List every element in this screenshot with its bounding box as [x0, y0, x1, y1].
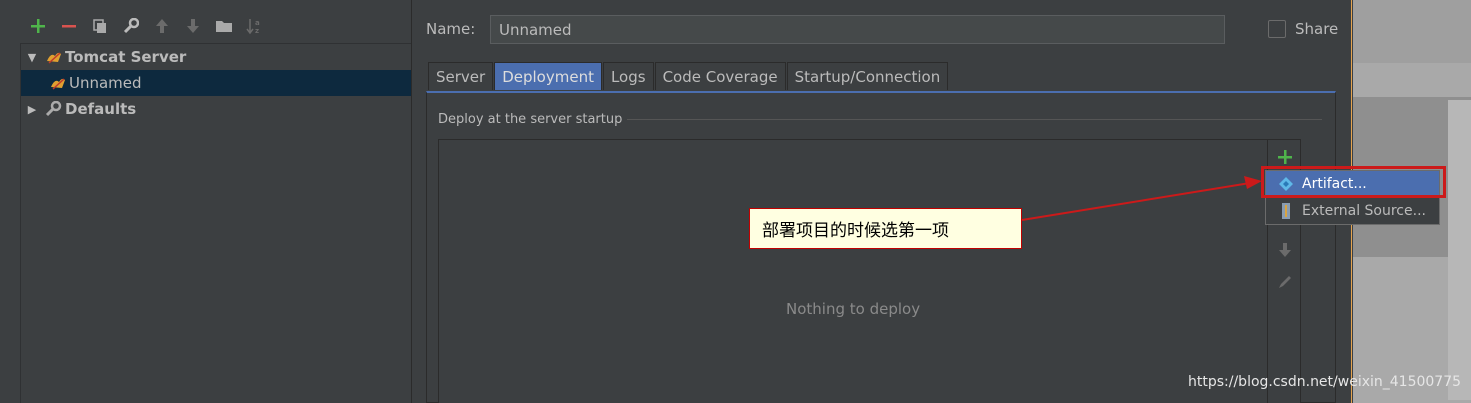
tomcat-icon: [47, 73, 69, 93]
tree-item-label: Tomcat Server: [65, 48, 187, 66]
move-down-icon[interactable]: [1276, 241, 1294, 259]
watermark: https://blog.csdn.net/weixin_41500775: [1188, 374, 1462, 390]
configuration-tree: ▼ Tomcat Server Unnamed ▶ Defaults: [20, 43, 411, 403]
tree-item-tomcat-server[interactable]: ▼ Tomcat Server: [21, 44, 411, 70]
svg-text:a: a: [255, 19, 260, 27]
collapsed-arrow-icon[interactable]: ▶: [21, 103, 43, 116]
tomcat-icon: [43, 47, 65, 67]
tab-code-coverage[interactable]: Code Coverage: [654, 62, 786, 90]
empty-text: Nothing to deploy: [786, 300, 921, 318]
archive-icon: [1276, 203, 1296, 219]
strip-band: [1353, 0, 1471, 63]
copy-icon[interactable]: [84, 12, 115, 40]
highlight-frame: [1261, 166, 1446, 198]
tree-item-label: Defaults: [65, 100, 137, 118]
configurations-panel: az ▼ Tomcat Server Unnamed ▶ Defaults: [0, 0, 412, 403]
editor-tabs: Server Deployment Logs Code Coverage Sta…: [428, 62, 949, 90]
menu-item-label: External Source...: [1302, 203, 1426, 219]
tab-startup-connection[interactable]: Startup/Connection: [786, 62, 949, 90]
name-label: Name:: [426, 20, 476, 38]
tree-item-defaults[interactable]: ▶ Defaults: [21, 96, 411, 122]
remove-icon[interactable]: [53, 12, 84, 40]
move-down-icon[interactable]: [177, 12, 208, 40]
edit-icon[interactable]: [1276, 273, 1294, 291]
tab-deployment[interactable]: Deployment: [494, 62, 602, 90]
wrench-icon: [43, 99, 65, 119]
configurations-toolbar: az: [22, 12, 270, 40]
annotation-callout: 部署项目的时候选第一项: [749, 208, 1022, 249]
strip-band: [1448, 100, 1471, 400]
group-divider: [627, 119, 1322, 120]
move-up-icon[interactable]: [146, 12, 177, 40]
configuration-editor: Name: Share Server Deployment Logs Code …: [412, 0, 1352, 403]
name-input[interactable]: [490, 15, 1225, 44]
sort-icon[interactable]: az: [239, 12, 270, 40]
wrench-icon[interactable]: [115, 12, 146, 40]
share-label: Share: [1295, 20, 1339, 38]
tree-item-unnamed[interactable]: Unnamed: [21, 70, 411, 96]
add-icon[interactable]: [22, 12, 53, 40]
tab-logs[interactable]: Logs: [602, 62, 654, 90]
expanded-arrow-icon[interactable]: ▼: [21, 51, 43, 64]
menu-item-external-source[interactable]: External Source...: [1266, 198, 1439, 224]
svg-text:z: z: [255, 27, 259, 35]
share-checkbox[interactable]: [1268, 20, 1286, 38]
group-title: Deploy at the server startup: [438, 112, 623, 127]
tree-item-label: Unnamed: [69, 74, 142, 92]
tab-server[interactable]: Server: [428, 62, 494, 90]
deploy-list[interactable]: Nothing to deploy: [438, 139, 1301, 403]
folder-icon[interactable]: [208, 12, 239, 40]
add-artifact-icon[interactable]: [1276, 148, 1294, 166]
